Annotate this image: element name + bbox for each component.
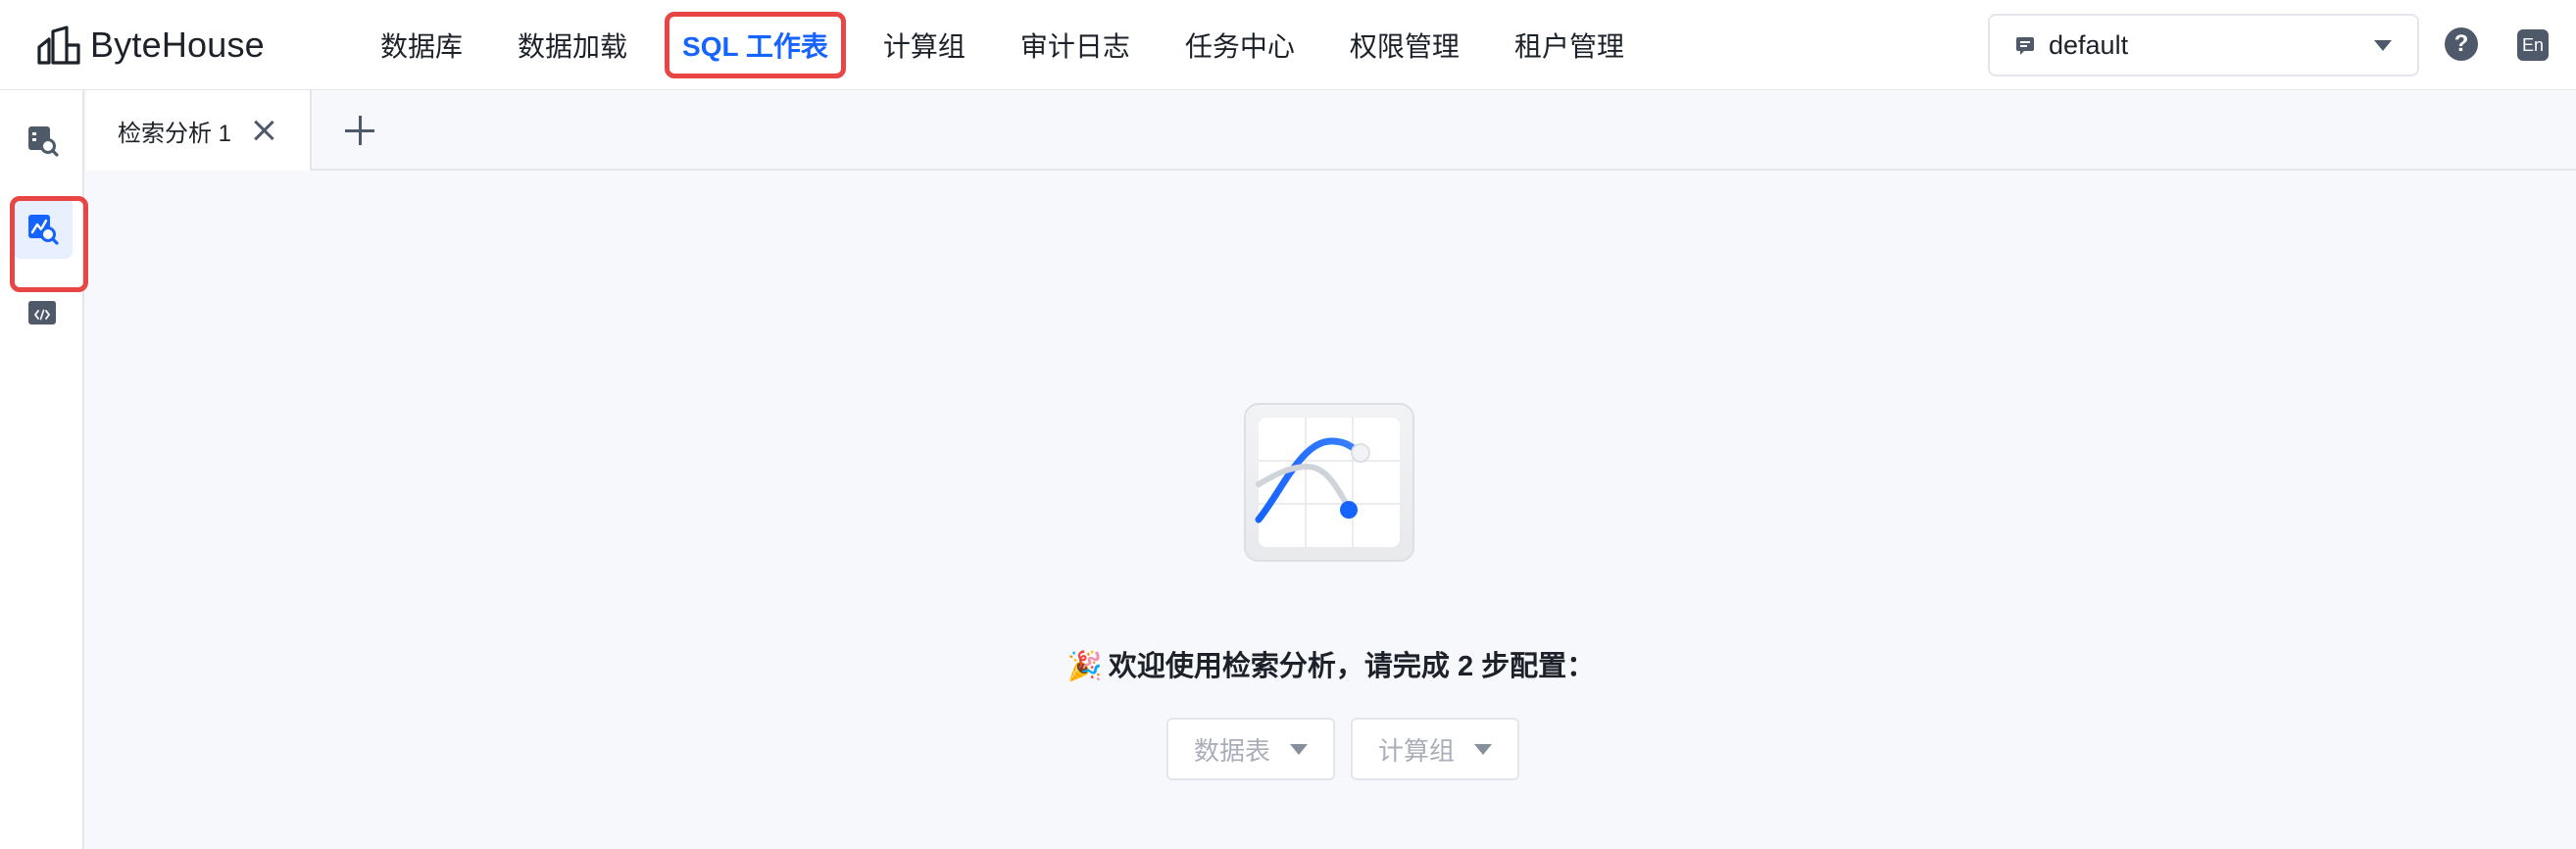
brand-name: ByteHouse [90, 25, 265, 65]
chevron-down-icon [1474, 743, 1493, 755]
nav-item-task-center[interactable]: 任务中心 [1158, 0, 1322, 90]
nav-item-compute-group[interactable]: 计算组 [856, 0, 993, 90]
nav-item-tenant-management[interactable]: 租户管理 [1487, 0, 1652, 90]
data-table-select[interactable]: 数据表 [1166, 718, 1336, 780]
sql-query-icon [28, 126, 59, 157]
chevron-down-icon [2374, 39, 2392, 51]
config-selectors: 数据表 计算组 [1166, 718, 1520, 780]
bytehouse-logo[interactable]: ByteHouse [37, 22, 265, 69]
nav-item-audit-log[interactable]: 审计日志 [993, 0, 1158, 90]
tenant-icon [2013, 33, 2037, 57]
welcome-message: 🎉 欢迎使用检索分析，请完成 2 步配置： [0, 643, 2576, 684]
nav-item-data-loading[interactable]: 数据加载 [490, 0, 655, 90]
welcome-text: 欢迎使用检索分析，请完成 2 步配置： [1108, 651, 1596, 682]
data-table-select-label: 数据表 [1194, 735, 1271, 766]
chart-illustration-icon [1244, 403, 1414, 562]
plus-icon[interactable] [343, 114, 376, 147]
compute-group-select-label: 计算组 [1378, 735, 1456, 766]
code-window-icon [28, 301, 56, 325]
nav-item-permission-management[interactable]: 权限管理 [1322, 0, 1487, 90]
close-icon[interactable] [251, 118, 276, 143]
rail-item-code-window[interactable] [12, 282, 73, 343]
left-rail [0, 90, 88, 849]
nav-item-sql-worksheet[interactable]: SQL 工作表 [655, 0, 856, 90]
rail-item-search-analysis[interactable] [10, 196, 88, 292]
compute-group-select[interactable]: 计算组 [1351, 718, 1520, 780]
language-switch-button[interactable]: En [2517, 29, 2549, 61]
party-popper-icon: 🎉 [1066, 651, 1103, 682]
chevron-down-icon [1290, 743, 1309, 755]
main-nav: 数据库 数据加载 SQL 工作表 计算组 审计日志 任务中心 权限管理 租户管理 [353, 0, 1652, 90]
logo-icon [37, 25, 80, 65]
search-analysis-icon [28, 215, 59, 245]
tenant-select[interactable]: default [1988, 14, 2419, 76]
tab-search-analysis-1[interactable]: 检索分析 1 [86, 90, 312, 171]
tenant-value: default [2049, 29, 2129, 60]
help-icon[interactable]: ? [2445, 27, 2478, 61]
tab-label: 检索分析 1 [118, 120, 232, 147]
worksheet-tab-bar: 检索分析 1 [86, 90, 2576, 171]
nav-item-database[interactable]: 数据库 [353, 0, 490, 90]
rail-item-sql-query[interactable] [12, 110, 73, 171]
top-header: ByteHouse 数据库 数据加载 SQL 工作表 计算组 审计日志 任务中心… [0, 0, 2576, 90]
